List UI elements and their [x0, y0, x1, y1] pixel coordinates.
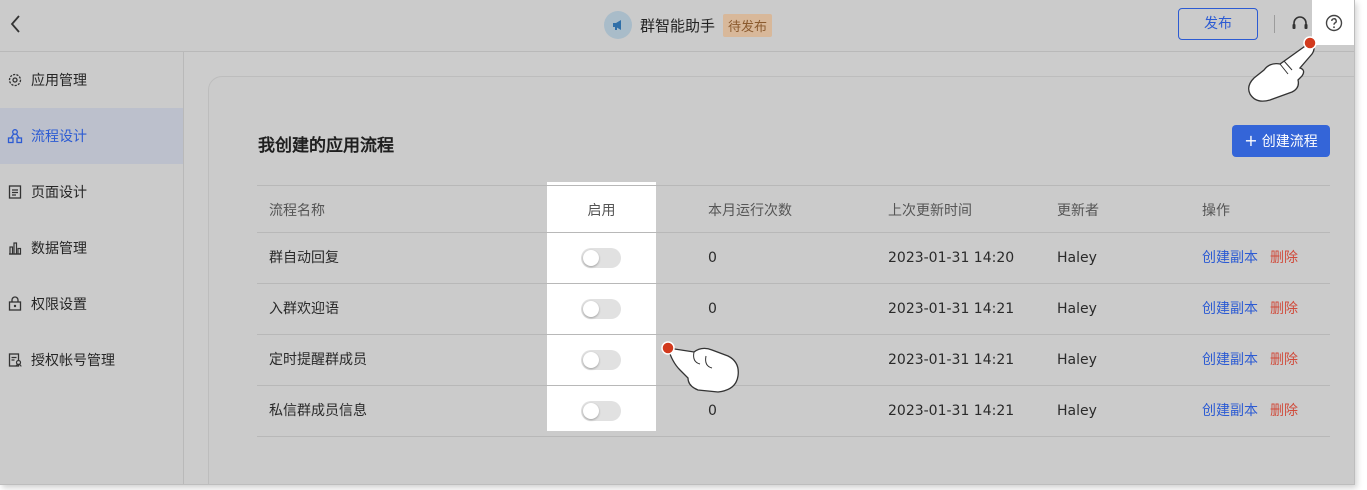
plus-icon: +: [1244, 131, 1258, 150]
header-divider: [1274, 15, 1275, 33]
flow-icon: [7, 128, 23, 144]
updater: Haley: [1057, 250, 1097, 266]
sidebar-item-page-design[interactable]: 页面设计: [0, 164, 183, 220]
table-row: 群自动回复 0 2023-01-31 14:20 Haley 创建副本 删除: [257, 232, 1330, 284]
column-header-ops: 操作: [1202, 203, 1230, 219]
sidebar-item-account-management[interactable]: 授权帐号管理: [0, 332, 183, 388]
sidebar-item-label: 流程设计: [31, 129, 87, 145]
top-bar: 群智能助手 待发布 发布: [0, 0, 1354, 52]
column-header-user: 更新者: [1057, 203, 1099, 219]
flow-name: 群自动回复: [269, 250, 339, 266]
section-title: 我创建的应用流程: [258, 136, 394, 156]
delete-button[interactable]: 删除: [1270, 352, 1298, 368]
back-button[interactable]: [6, 12, 26, 36]
copy-button[interactable]: 创建副本: [1202, 301, 1258, 317]
status-badge: 待发布: [723, 13, 773, 37]
pointing-hand-icon: [1248, 36, 1317, 102]
delete-button[interactable]: 删除: [1270, 250, 1298, 266]
row-actions: 创建副本 删除: [1202, 335, 1298, 386]
megaphone-icon: [604, 11, 632, 39]
enable-cell: [547, 386, 656, 437]
table-header-row: 流程名称 启用 本月运行次数 上次更新时间 更新者 操作: [257, 185, 1330, 237]
delete-button[interactable]: 删除: [1270, 301, 1298, 317]
sidebar-item-label: 应用管理: [31, 73, 87, 89]
column-header-name: 流程名称: [269, 203, 325, 219]
copy-button[interactable]: 创建副本: [1202, 250, 1258, 266]
flow-name: 定时提醒群成员: [269, 352, 367, 368]
row-actions: 创建副本 删除: [1202, 386, 1298, 437]
sidebar-item-flow-design[interactable]: 流程设计: [0, 108, 183, 164]
app-window: 群智能助手 待发布 发布 应用管理 流程设计 页面设计 数据管理 权限设置 授权…: [0, 0, 1355, 485]
sidebar-item-label: 数据管理: [31, 241, 87, 257]
bar-chart-icon: [7, 240, 23, 256]
enable-toggle[interactable]: [581, 401, 621, 421]
headset-icon[interactable]: [1289, 13, 1311, 35]
sidebar-item-app-management[interactable]: 应用管理: [0, 52, 183, 108]
app-title-group: 群智能助手 待发布: [604, 10, 773, 40]
sidebar-item-permissions[interactable]: 权限设置: [0, 276, 183, 332]
update-time: 2023-01-31 14:21: [888, 352, 1015, 368]
delete-button[interactable]: 删除: [1270, 403, 1298, 419]
sidebar-item-label: 权限设置: [31, 297, 87, 313]
flow-name: 入群欢迎语: [269, 301, 339, 317]
copy-button[interactable]: 创建副本: [1202, 352, 1258, 368]
table-row: 入群欢迎语 0 2023-01-31 14:21 Haley 创建副本 删除: [257, 283, 1330, 335]
row-actions: 创建副本 删除: [1202, 284, 1298, 335]
sidebar-item-label: 授权帐号管理: [31, 353, 115, 369]
table-row: 定时提醒群成员 2023-01-31 14:21 Haley 创建副本 删除: [257, 334, 1330, 386]
copy-button[interactable]: 创建副本: [1202, 403, 1258, 419]
row-actions: 创建副本 删除: [1202, 233, 1298, 284]
create-flow-label: 创建流程: [1261, 134, 1318, 150]
enable-cell: [547, 233, 656, 284]
enable-cell: [547, 284, 656, 335]
updater: Haley: [1057, 403, 1097, 419]
enable-cell: [547, 335, 656, 386]
sidebar-item-data-management[interactable]: 数据管理: [0, 220, 183, 276]
table-bottom-border: [257, 436, 1330, 437]
chevron-left-icon: [10, 15, 20, 33]
column-header-runs: 本月运行次数: [708, 203, 792, 219]
app-title: 群智能助手: [640, 16, 716, 35]
create-flow-button[interactable]: + 创建流程: [1232, 125, 1330, 157]
gear-icon: [7, 72, 23, 88]
enable-toggle[interactable]: [581, 350, 621, 370]
column-header-enable: 启用: [587, 203, 616, 219]
question-circle-icon: [1325, 14, 1343, 32]
updater: Haley: [1057, 301, 1097, 317]
flow-name: 私信群成员信息: [269, 403, 367, 419]
enable-toggle[interactable]: [581, 248, 621, 268]
update-time: 2023-01-31 14:20: [888, 250, 1015, 266]
sidebar-item-label: 页面设计: [31, 185, 87, 201]
update-time: 2023-01-31 14:21: [888, 301, 1015, 317]
column-header-time: 上次更新时间: [888, 203, 972, 219]
updater: Haley: [1057, 352, 1097, 368]
lock-icon: [7, 296, 23, 312]
table-row: 私信群成员信息 0 2023-01-31 14:21 Haley 创建副本 删除: [257, 385, 1330, 437]
sidebar: 应用管理 流程设计 页面设计 数据管理 权限设置 授权帐号管理: [0, 52, 184, 484]
run-count: 0: [708, 301, 717, 317]
pointing-hand-icon: [661, 341, 739, 393]
update-time: 2023-01-31 14:21: [888, 403, 1015, 419]
enable-toggle[interactable]: [581, 299, 621, 319]
page-icon: [7, 184, 23, 200]
account-icon: [7, 352, 23, 368]
run-count: 0: [708, 250, 717, 266]
